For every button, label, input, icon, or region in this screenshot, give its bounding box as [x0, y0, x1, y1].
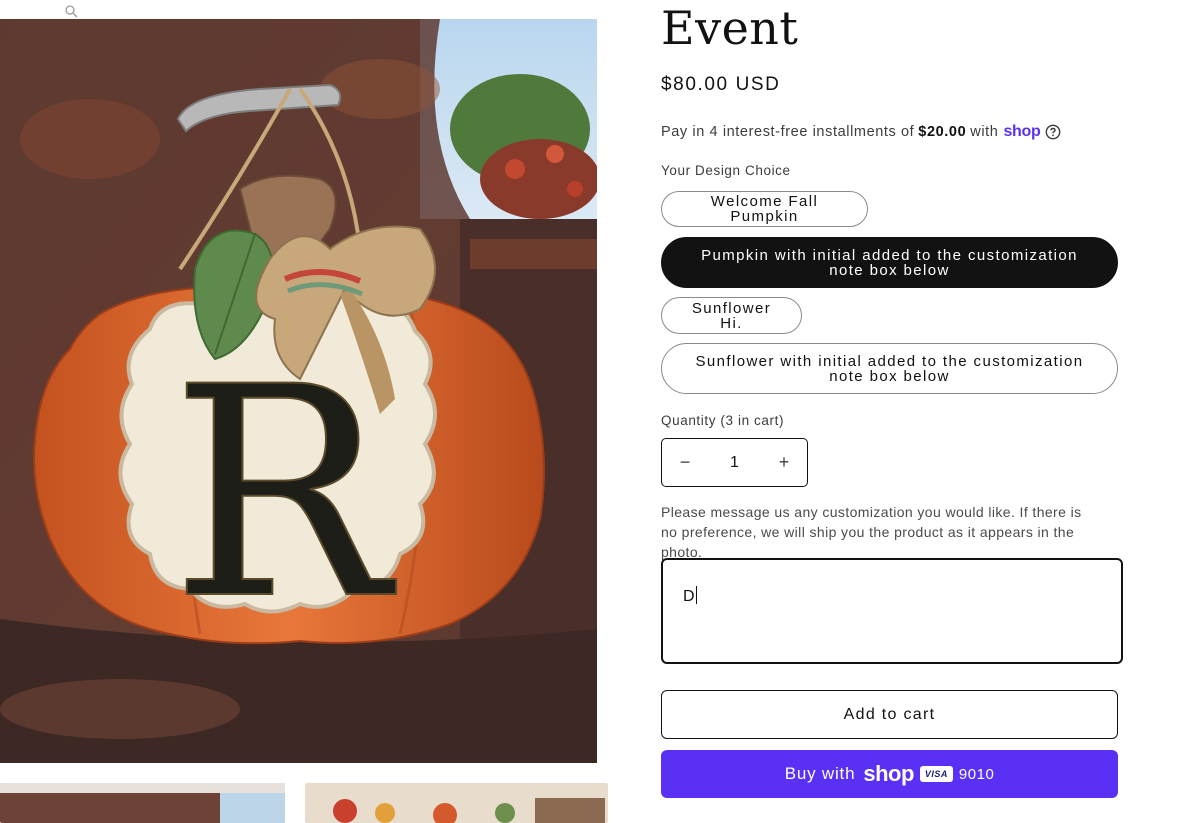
card-last-four: 9010	[958, 765, 995, 783]
buy-with-label: Buy with	[784, 764, 856, 783]
quantity-increase-button[interactable]: +	[761, 439, 807, 486]
product-title: Event	[661, 1, 799, 55]
quantity-decrease-button[interactable]: −	[662, 439, 708, 486]
installments-text: Pay in 4 interest-free installments of	[661, 124, 915, 140]
zoom-icon[interactable]	[64, 4, 78, 18]
product-thumbnail[interactable]	[305, 783, 608, 823]
quantity-input[interactable]: 1	[708, 454, 761, 472]
quantity-stepper: − 1 +	[661, 438, 808, 487]
design-choice-label: Your Design Choice	[661, 163, 791, 178]
quantity-label: Quantity (3 in cart)	[661, 413, 785, 428]
design-choice-sunflower-with-initial[interactable]: Sunflower with initial added to the cust…	[661, 343, 1118, 394]
add-to-cart-button[interactable]: Add to cart	[661, 690, 1118, 739]
customization-instructions: Please message us any customization you …	[661, 504, 1082, 560]
design-choice-sunflower-hi[interactable]: Sunflower Hi.	[661, 297, 802, 334]
shop-pay-installments: Pay in 4 interest-free installments of $…	[661, 123, 1061, 141]
buy-with-shop-pay-button[interactable]: Buy with shop VISA 9010	[661, 750, 1118, 798]
design-choice-pumpkin-with-initial[interactable]: Pumpkin with initial added to the custom…	[661, 237, 1118, 288]
product-price: $80.00 USD	[661, 74, 781, 95]
installments-with: with	[970, 124, 999, 140]
customization-note-textarea[interactable]: D	[661, 558, 1123, 664]
shop-pay-logo: shop	[863, 761, 914, 786]
info-icon[interactable]	[1045, 124, 1061, 140]
product-main-image[interactable]: R	[0, 19, 597, 763]
product-thumbnail[interactable]	[0, 783, 285, 823]
visa-card-icon: VISA	[919, 766, 953, 782]
installment-amount: $20.00	[918, 124, 967, 140]
text-cursor	[695, 586, 697, 604]
customization-note-value: D	[683, 588, 695, 605]
shop-pay-logo: shop	[1003, 123, 1041, 140]
design-choice-welcome-fall-pumpkin[interactable]: Welcome Fall Pumpkin	[661, 191, 868, 227]
plaque-letter: R	[171, 326, 398, 663]
